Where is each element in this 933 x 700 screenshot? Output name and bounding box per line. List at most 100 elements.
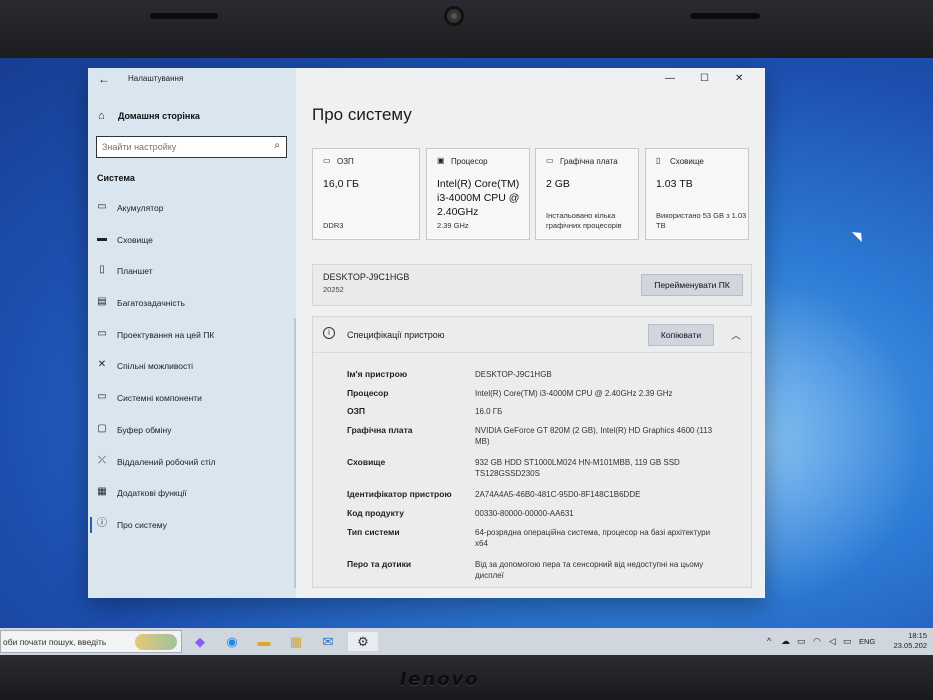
device-subtitle: 20252 xyxy=(323,285,344,294)
card-storage: ▯ Сховище 1.03 ТВ Використано 53 GB з 1.0… xyxy=(645,148,749,240)
spec-key: Ім'я пристрою xyxy=(347,369,408,379)
sidebar-item-label: Акумулятор xyxy=(117,203,164,213)
optional-features-icon: ▦ xyxy=(97,486,107,498)
display-icon[interactable]: ▭ xyxy=(797,636,806,647)
spec-key: Перо та дотики xyxy=(347,559,412,569)
sidebar-item-label: Багатозадачність xyxy=(117,298,185,309)
spec-value: 64-розрядна операційна система, процесор… xyxy=(475,528,711,548)
sidebar-item-remote-desktop[interactable]: ⤫ Віддалений робочий стіл xyxy=(88,448,296,480)
sidebar-item-multitasking[interactable]: ▤ Багатозадачність xyxy=(88,289,296,321)
sidebar-item-label: Спільні можливості xyxy=(117,361,194,372)
sidebar-item-system-components[interactable]: ▭ Системні компоненти xyxy=(88,384,296,416)
taskbar-search-text: оби почати пошук, введіть xyxy=(3,637,107,647)
chevron-up-icon[interactable]: ^ xyxy=(767,636,771,646)
maximize-button[interactable]: ☐ xyxy=(700,73,709,84)
edge-icon[interactable]: ◉ xyxy=(222,632,242,651)
laptop-bezel-bottom: lenovo xyxy=(0,655,933,700)
onedrive-icon[interactable]: ☁ xyxy=(781,636,790,647)
storage-icon: ▬ xyxy=(97,232,107,244)
minimize-button[interactable]: — xyxy=(665,73,675,84)
settings-window: ← Налаштування ⌂ Домашня сторінка ⌕ Сист… xyxy=(88,68,765,598)
sidebar-item-shared-experiences[interactable]: ✕ Спільні можливості xyxy=(88,352,296,384)
sidebar-item-storage[interactable]: ▬ Сховище xyxy=(88,226,296,258)
spec-key: ОЗП xyxy=(347,406,366,416)
laptop-bezel-top xyxy=(0,0,933,58)
spec-value: Intel(R) Core(TM) i3-4000M CPU @ 2.40GHz… xyxy=(475,389,673,398)
mail-icon[interactable]: ✉ xyxy=(318,632,338,651)
battery-icon[interactable]: ▭ xyxy=(843,636,852,647)
spec-key: Код продукту xyxy=(347,508,405,518)
copilot-icon[interactable]: ◆ xyxy=(190,632,210,651)
app-title: Налаштування xyxy=(128,74,184,83)
sidebar-item-label: Системні компоненти xyxy=(117,393,202,404)
brand-logo: lenovo xyxy=(400,669,480,690)
spec-cards: ▭ ОЗП 16,0 ГБ DDR3 ▣ Процесор Intel(R) Cor… xyxy=(312,148,752,240)
card-title: Графічна плата xyxy=(560,157,618,166)
card-ram: ▭ ОЗП 16,0 ГБ DDR3 xyxy=(312,148,420,240)
settings-search-box[interactable]: ⌕ xyxy=(96,136,287,158)
language-indicator[interactable]: ENG xyxy=(859,637,875,646)
volume-icon[interactable]: ◁ xyxy=(829,636,836,647)
page-title: Про систему xyxy=(312,105,412,124)
search-icon[interactable]: ⌕ xyxy=(274,140,280,151)
section-heading: Система xyxy=(97,173,135,183)
spec-value: 932 GB HDD ST1000LM024 HN-M101MBB, 119 G… xyxy=(475,458,680,478)
card-title: Сховище xyxy=(670,157,704,166)
card-title: ОЗП xyxy=(337,157,354,166)
copy-button[interactable]: Копіювати xyxy=(648,324,714,346)
card-value: Intel(R) Core(TM) i3-4000M CPU @ 2.40GHz xyxy=(437,178,520,218)
store-icon[interactable]: ▦ xyxy=(286,632,306,651)
ram-icon: ▭ xyxy=(323,156,331,165)
bezel-hinge-right xyxy=(690,13,760,19)
card-value: 2 GB xyxy=(546,178,570,190)
settings-search-input[interactable] xyxy=(102,140,262,154)
remote-desktop-icon: ⤫ xyxy=(98,454,106,466)
system-components-icon: ▭ xyxy=(97,391,107,403)
rename-pc-button[interactable]: Перейменувати ПК xyxy=(641,274,743,296)
battery-icon: ▭ xyxy=(97,201,107,212)
cpu-icon: ▣ xyxy=(437,156,445,165)
card-sub: Використано 53 GB з 1.03 ТВ xyxy=(656,211,747,230)
spec-value: 2A74A4A5-46B0-481C-95D0-8F148C1B6DDE xyxy=(475,490,641,499)
sidebar-item-battery[interactable]: ▭ Акумулятор xyxy=(88,194,296,226)
sidebar-item-tablet[interactable]: ▯ Планшет xyxy=(88,257,296,289)
multitasking-icon: ▤ xyxy=(97,296,107,308)
desktop-screen: ← Налаштування ⌂ Домашня сторінка ⌕ Сист… xyxy=(0,58,933,655)
close-button[interactable]: ✕ xyxy=(735,73,743,84)
mouse-cursor-icon xyxy=(851,227,867,243)
device-name-panel: DESKTOP-J9C1HGB 20252 Перейменувати ПК xyxy=(312,264,752,306)
settings-icon[interactable]: ⚙ xyxy=(348,632,378,651)
taskbar-search-box[interactable]: оби почати пошук, введіть xyxy=(0,630,182,653)
clock-date: 23.05.202 xyxy=(893,641,927,650)
sidebar-item-about[interactable]: ⓘ Про систему xyxy=(88,511,296,543)
sidebar-item-projecting[interactable]: ▭ Проектування на цей ПК xyxy=(88,321,296,353)
spec-value: NVIDIA GeForce GT 820M (2 GB), Intel(R) … xyxy=(475,426,713,446)
projecting-icon: ▭ xyxy=(97,327,107,339)
bezel-hinge-left xyxy=(150,13,218,19)
card-cpu: ▣ Процесор Intel(R) Core(TM) i3-4000M CPU… xyxy=(426,148,530,240)
file-explorer-icon[interactable]: ▬ xyxy=(254,632,274,651)
spec-value: DESKTOP-J9C1HGB xyxy=(475,370,552,379)
sidebar-item-optional-features[interactable]: ▦ Додаткові функції xyxy=(88,479,296,511)
storage-icon: ▯ xyxy=(656,156,661,165)
sidebar-item-clipboard[interactable]: ▢ Буфер обміну xyxy=(88,416,296,448)
chevron-up-icon[interactable]: ︿ xyxy=(731,327,741,342)
spec-key: Ідентифікатор пристрою xyxy=(347,489,452,499)
spec-value: 00330-80000-00000-AA631 xyxy=(475,509,574,518)
home-link[interactable]: ⌂ Домашня сторінка xyxy=(96,108,286,126)
clock[interactable]: 18:15 23.05.202 xyxy=(894,631,927,651)
device-name: DESKTOP-J9C1HGB xyxy=(323,272,410,282)
card-sub: DDR3 xyxy=(323,221,344,230)
card-sub: Інстальовано кілька графічних процесорів xyxy=(546,211,622,230)
window-controls: — ☐ ✕ xyxy=(655,68,765,90)
clipboard-icon: ▢ xyxy=(97,422,107,434)
network-icon[interactable]: ◠ xyxy=(813,636,821,647)
sidebar-item-label: Планшет xyxy=(117,266,153,277)
webcam-icon xyxy=(444,6,464,26)
device-specs-header[interactable]: i Специфікації пристрою Копіювати ︿ xyxy=(313,317,753,353)
info-icon: ⓘ xyxy=(97,517,107,529)
sidebar-item-label: Проектування на цей ПК xyxy=(117,329,215,340)
back-arrow-icon[interactable]: ← xyxy=(98,72,110,86)
card-gpu: ▭ Графічна плата 2 GB Інстальовано кілька… xyxy=(535,148,639,240)
taskbar: оби почати пошук, введіть ◆ ◉ ▬ ▦ ✉ ⚙ ^ … xyxy=(0,628,933,655)
